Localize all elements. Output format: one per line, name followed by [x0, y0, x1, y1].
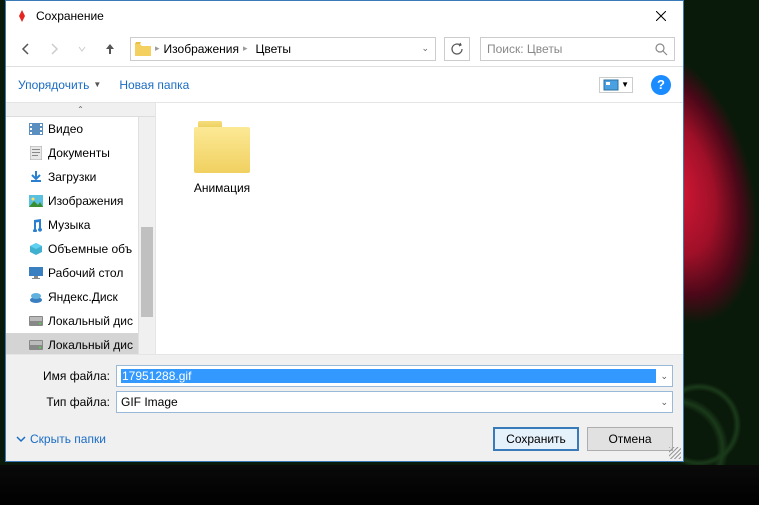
search-input[interactable]: Поиск: Цветы	[480, 37, 675, 61]
sidebar-item-downloads[interactable]: Загрузки	[6, 165, 155, 189]
view-options[interactable]: ▼	[599, 77, 633, 93]
taskbar[interactable]	[0, 465, 759, 505]
chevron-down-icon	[16, 434, 26, 444]
refresh-button[interactable]	[444, 37, 470, 61]
sidebar-item-drive[interactable]: Локальный дис	[6, 333, 155, 354]
sidebar-item-drive[interactable]: Локальный дис	[6, 309, 155, 333]
folder-item[interactable]: Анимация	[174, 121, 270, 336]
sidebar-list: Видео Документы Загрузки Изображения Муз…	[6, 117, 155, 354]
chevron-down-icon[interactable]: ⌄	[656, 397, 668, 408]
sidebar-scrollbar[interactable]	[138, 117, 155, 354]
pictures-icon	[28, 193, 44, 209]
sidebar-item-3d[interactable]: Объемные объ	[6, 237, 155, 261]
nav-row: ▸ Изображения▸ Цветы ⌄ Поиск: Цветы	[6, 31, 683, 67]
bottom-panel: Имя файла: 17951288.gif ⌄ Тип файла: GIF…	[6, 354, 683, 461]
sidebar-scroll-up[interactable]: ⌃	[6, 103, 155, 117]
download-icon	[28, 169, 44, 185]
breadcrumb-segment[interactable]: Изображения▸	[160, 38, 252, 60]
forward-button[interactable]	[42, 37, 66, 61]
new-folder-button[interactable]: Новая папка	[119, 78, 189, 92]
recent-dropdown[interactable]	[70, 37, 94, 61]
sidebar-item-yandexdisk[interactable]: Яндекс.Диск	[6, 285, 155, 309]
sidebar-item-documents[interactable]: Документы	[6, 141, 155, 165]
search-placeholder: Поиск: Цветы	[487, 42, 654, 56]
filetype-label: Тип файла:	[16, 395, 116, 409]
drive-icon	[28, 337, 44, 353]
resize-grip[interactable]	[669, 447, 681, 459]
close-button[interactable]	[638, 1, 683, 31]
breadcrumb-expand[interactable]: ⌄	[415, 43, 435, 54]
scrollbar-thumb[interactable]	[141, 227, 153, 317]
file-list[interactable]: Анимация	[156, 103, 683, 354]
video-icon	[28, 121, 44, 137]
chevron-down-icon[interactable]: ⌄	[656, 371, 668, 382]
desktop-icon	[28, 265, 44, 281]
organize-menu[interactable]: Упорядочить▼	[18, 78, 101, 92]
sidebar-item-pictures[interactable]: Изображения	[6, 189, 155, 213]
yadisk-icon	[28, 289, 44, 305]
search-icon	[654, 42, 668, 56]
sidebar: ⌃ Видео Документы Загрузки Изображения М…	[6, 103, 156, 354]
titlebar: Сохранение	[6, 1, 683, 31]
back-button[interactable]	[14, 37, 38, 61]
hide-folders-button[interactable]: Скрыть папки	[16, 432, 106, 446]
drive-icon	[28, 313, 44, 329]
cancel-button[interactable]: Отмена	[587, 427, 673, 451]
yandex-icon	[14, 8, 30, 24]
document-icon	[28, 145, 44, 161]
folder-label: Анимация	[174, 181, 270, 195]
toolbar: Упорядочить▼ Новая папка ▼ ?	[6, 67, 683, 103]
save-button[interactable]: Сохранить	[493, 427, 579, 451]
filename-input[interactable]: 17951288.gif ⌄	[116, 365, 673, 387]
folder-icon	[190, 121, 254, 173]
breadcrumb-segment[interactable]: Цветы	[251, 38, 295, 60]
breadcrumb-bar[interactable]: ▸ Изображения▸ Цветы ⌄	[130, 37, 436, 61]
sidebar-item-video[interactable]: Видео	[6, 117, 155, 141]
filetype-select[interactable]: GIF Image ⌄	[116, 391, 673, 413]
music-icon	[28, 217, 44, 233]
sidebar-item-music[interactable]: Музыка	[6, 213, 155, 237]
folder-icon	[133, 39, 153, 59]
cube-icon	[28, 241, 44, 257]
dialog-title: Сохранение	[36, 9, 638, 23]
save-dialog: Сохранение ▸ Изображения▸ Цветы ⌄	[5, 0, 684, 462]
help-button[interactable]: ?	[651, 75, 671, 95]
sidebar-item-desktop[interactable]: Рабочий стол	[6, 261, 155, 285]
up-button[interactable]	[98, 37, 122, 61]
filename-label: Имя файла:	[16, 369, 116, 383]
body-area: ⌃ Видео Документы Загрузки Изображения М…	[6, 103, 683, 354]
